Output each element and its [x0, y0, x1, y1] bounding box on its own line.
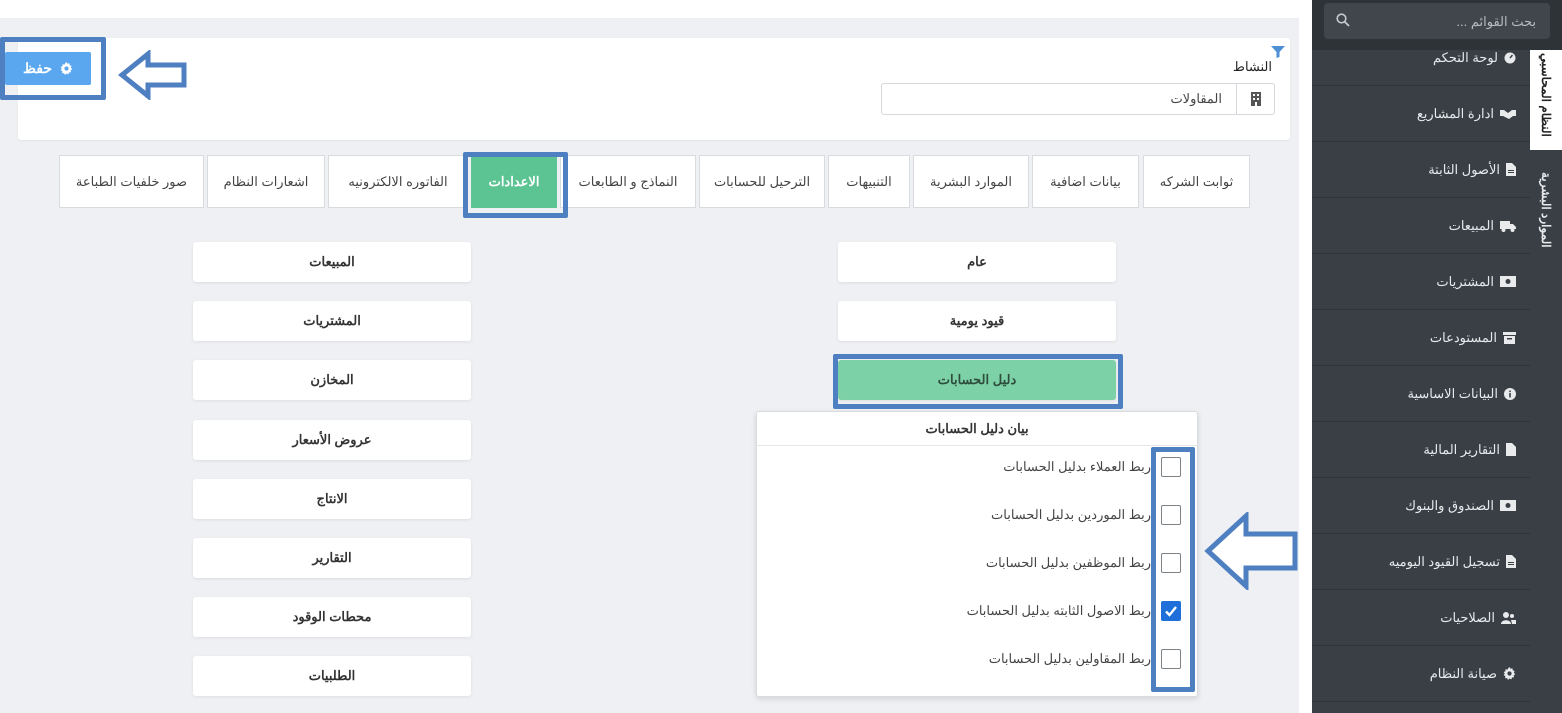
sidebar-item-projects[interactable]: ادارة المشاريع — [1312, 86, 1530, 142]
tab-settings[interactable]: الاعدادات — [471, 155, 557, 208]
activity-select-value: المقاولات — [1170, 91, 1222, 106]
sidebar-item-financial-reports[interactable]: التقارير المالية — [1312, 422, 1530, 478]
link-suppliers-checkbox[interactable] — [1161, 505, 1181, 525]
settings-sales-button[interactable]: المبيعات — [193, 242, 471, 282]
money-icon — [1500, 500, 1516, 511]
activity-select[interactable]: المقاولات — [881, 83, 1275, 115]
settings-warehouses-button[interactable]: المخازن — [193, 360, 471, 400]
sidebar-item-basic-data[interactable]: البيانات الاساسية — [1312, 366, 1530, 422]
sidebar-search-input[interactable] — [1324, 3, 1550, 39]
settings-orders-button[interactable]: الطلبيات — [193, 656, 471, 696]
settings-chart-of-accounts-button[interactable]: دليل الحسابات — [838, 360, 1116, 400]
sidebar-item-permissions[interactable]: الصلاحيات — [1312, 590, 1530, 646]
tab-forms-printers[interactable]: النماذج و الطابعات — [560, 155, 696, 208]
file-icon — [1506, 443, 1516, 456]
dashboard-icon — [1504, 52, 1516, 64]
building-icon — [1236, 84, 1274, 114]
file-icon — [1506, 555, 1516, 568]
tab-alerts[interactable]: التنبيهات — [828, 155, 910, 208]
sidebar-item-warehouses[interactable]: المستودعات — [1312, 310, 1530, 366]
sidebar-search — [1324, 3, 1550, 39]
settings-tabs: ثوابت الشركه بيانات اضافية الموارد البشر… — [0, 155, 1312, 209]
option-label: ربط الموردين بدليل الحسابات — [991, 507, 1151, 522]
save-button-label: حفظ — [22, 60, 53, 76]
link-fixed-assets-checkbox[interactable] — [1161, 601, 1181, 621]
main-content: النشاط المقاولات حفظ ثوابت الشركه بيانات… — [0, 0, 1312, 713]
truck-icon — [1500, 220, 1516, 232]
tab-human-resources[interactable]: الموارد البشرية — [913, 155, 1029, 208]
sidebar-item-system-maintenance[interactable]: صيانة النظام — [1312, 646, 1530, 702]
gear-icon — [60, 62, 73, 75]
option-label: ربط العملاء بدليل الحسابات — [1003, 459, 1151, 474]
option-label: ربط المقاولين بدليل الحسابات — [988, 651, 1151, 666]
link-customers-checkbox[interactable] — [1161, 457, 1181, 477]
option-label: ربط الموظفين بدليل الحسابات — [985, 555, 1151, 570]
vtab-accounting-system[interactable]: النظام المحاسبي — [1530, 40, 1562, 150]
sidebar-item-cash-banks[interactable]: الصندوق والبنوك — [1312, 478, 1530, 534]
settings-purchases-button[interactable]: المشتريات — [193, 301, 471, 341]
tab-posting-accounts[interactable]: الترحيل للحسابات — [699, 155, 825, 208]
tab-print-backgrounds[interactable]: صور خلفيات الطباعة — [59, 155, 204, 208]
sidebar-item-purchases[interactable]: المشتريات — [1312, 254, 1530, 310]
settings-fuel-stations-button[interactable]: محطات الوقود — [193, 597, 471, 637]
checkmark-icon — [1165, 606, 1177, 617]
tab-additional-data[interactable]: بيانات اضافية — [1032, 155, 1139, 208]
tab-company-constants[interactable]: ثوابت الشركه — [1143, 155, 1250, 208]
chart-of-accounts-panel-title: بيان دليل الحسابات — [757, 412, 1197, 446]
chart-of-accounts-panel: بيان دليل الحسابات ربط العملاء بدليل الح… — [756, 411, 1198, 697]
sidebar-vertical-tabs: النظام المحاسبي الموارد البشرية — [1530, 30, 1562, 713]
tab-e-invoice[interactable]: الفاتوره الالكترونيه — [328, 155, 468, 208]
link-customers-option[interactable]: ربط العملاء بدليل الحسابات — [757, 453, 1197, 483]
users-icon — [1501, 611, 1516, 624]
settings-general-button[interactable]: عام — [838, 242, 1116, 282]
settings-journal-entries-button[interactable]: قيود يومية — [838, 301, 1116, 341]
sidebar: لوحة التحكم ادارة المشاريع الأصول الثابت… — [1312, 0, 1562, 713]
filter-icon[interactable] — [1271, 46, 1285, 58]
sidebar-item-fixed-assets[interactable]: الأصول الثابتة — [1312, 142, 1530, 198]
sidebar-search-area — [1312, 0, 1562, 50]
option-label: ربط الاصول الثابته بدليل الحسابات — [966, 603, 1151, 618]
search-icon — [1336, 13, 1350, 27]
handshake-icon — [1500, 108, 1516, 119]
tab-system-notifications[interactable]: اشعارات النظام — [207, 155, 325, 208]
link-contractors-option[interactable]: ربط المقاولين بدليل الحسابات — [757, 645, 1197, 675]
link-employees-option[interactable]: ربط الموظفين بدليل الحسابات — [757, 549, 1197, 579]
sidebar-item-journal-entries[interactable]: تسجيل القيود اليوميه — [1312, 534, 1530, 590]
settings-quotations-button[interactable]: عروض الأسعار — [193, 420, 471, 460]
money-icon — [1500, 276, 1516, 287]
file-icon — [1506, 163, 1516, 176]
info-icon — [1504, 387, 1516, 400]
link-employees-checkbox[interactable] — [1161, 553, 1181, 573]
link-fixed-assets-option[interactable]: ربط الاصول الثابته بدليل الحسابات — [757, 597, 1197, 627]
activity-label: النشاط — [1232, 59, 1272, 74]
link-suppliers-option[interactable]: ربط الموردين بدليل الحسابات — [757, 501, 1197, 531]
settings-production-button[interactable]: الانتاج — [193, 479, 471, 519]
link-contractors-checkbox[interactable] — [1161, 649, 1181, 669]
gear-icon — [1503, 667, 1516, 680]
archive-icon — [1503, 331, 1516, 344]
sidebar-item-sales[interactable]: المبيعات — [1312, 198, 1530, 254]
settings-reports-button[interactable]: التقارير — [193, 538, 471, 578]
save-button[interactable]: حفظ — [5, 52, 91, 85]
vtab-human-resources[interactable]: الموارد البشرية — [1530, 155, 1562, 265]
